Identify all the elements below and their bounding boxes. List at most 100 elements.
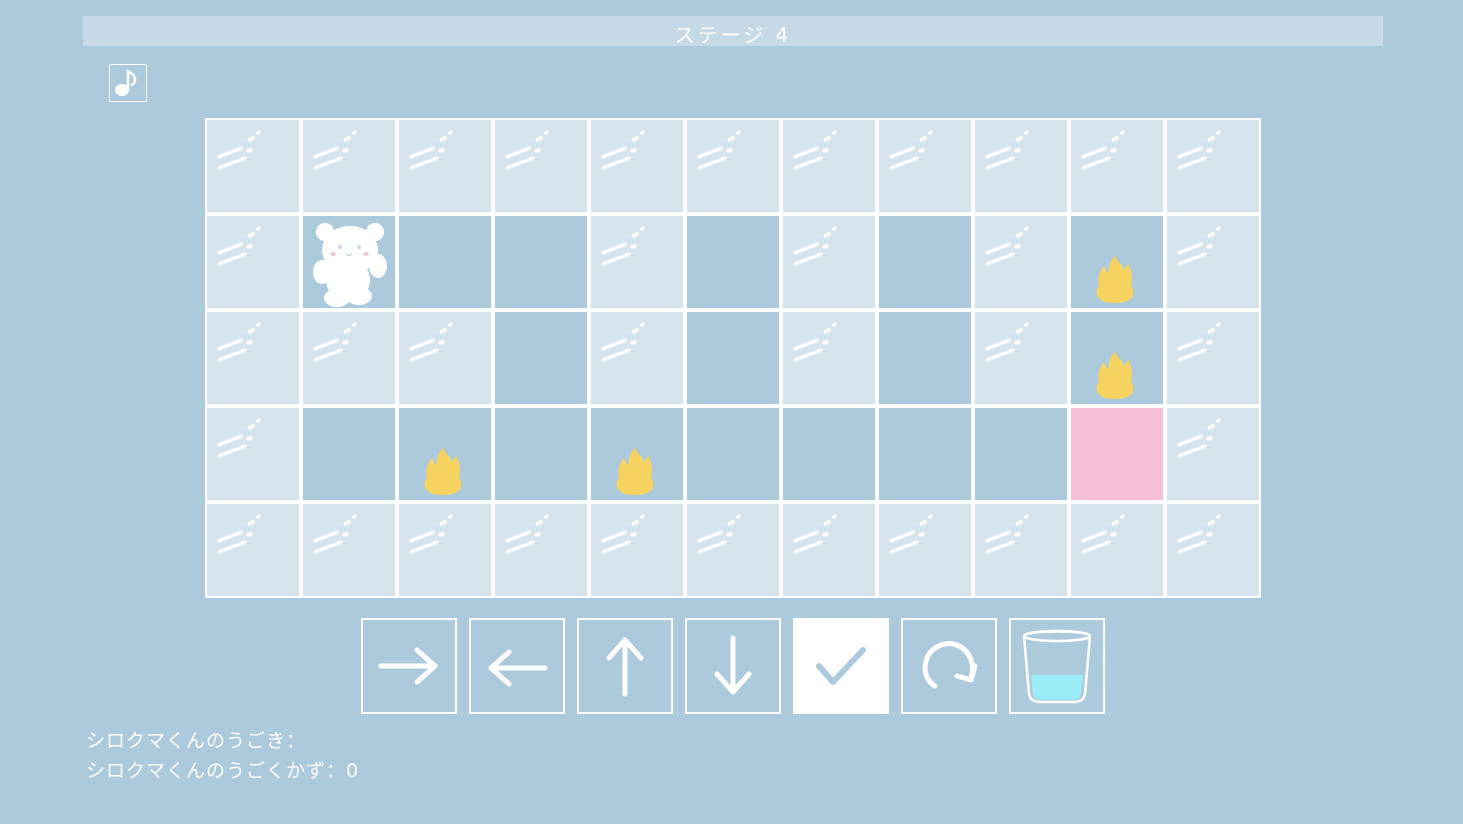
board-cell-path <box>685 214 781 310</box>
ice-shine-icon <box>1177 130 1221 170</box>
move-left-button[interactable] <box>469 618 565 714</box>
board-cell-path <box>397 214 493 310</box>
arrow-left-icon <box>488 649 548 687</box>
board-cell-bear <box>301 214 397 310</box>
ice-shine-icon <box>1081 514 1125 554</box>
board-cell-path <box>685 406 781 502</box>
ice-shine-icon <box>313 130 357 170</box>
ice-shine-icon <box>505 514 549 554</box>
music-toggle-button[interactable] <box>109 64 147 102</box>
ice-shine-icon <box>217 418 261 458</box>
ice-shine-icon <box>1081 130 1125 170</box>
ice-shine-icon <box>409 514 453 554</box>
board-cell-ice <box>397 118 493 214</box>
game-board <box>205 118 1261 598</box>
board-cell-ice <box>1165 502 1261 598</box>
board-cell-ice <box>877 118 973 214</box>
board-cell-ice <box>301 310 397 406</box>
ice-shine-icon <box>601 226 645 266</box>
board-cell-fire <box>589 406 685 502</box>
fire-icon <box>1096 256 1134 303</box>
board-cell-ice <box>685 502 781 598</box>
board-cell-ice <box>685 118 781 214</box>
water-glass-icon <box>1022 629 1092 704</box>
ice-shine-icon <box>217 514 261 554</box>
board-cell-path <box>877 310 973 406</box>
board-cell-ice <box>1165 214 1261 310</box>
reset-button[interactable] <box>901 618 997 714</box>
board-cell-ice <box>973 118 1069 214</box>
board-cell-path <box>781 406 877 502</box>
ice-shine-icon <box>313 322 357 362</box>
board-cell-ice <box>589 310 685 406</box>
ice-shine-icon <box>697 130 741 170</box>
music-note-icon <box>115 68 137 96</box>
ice-shine-icon <box>985 130 1029 170</box>
board-cell-ice <box>781 118 877 214</box>
move-count-label: シロクマくんのうごくかず： <box>86 760 347 782</box>
board-cell-goal <box>1069 406 1165 502</box>
ice-shine-icon <box>217 226 261 266</box>
board-cell-ice <box>589 502 685 598</box>
stage-title: ステージ 4 <box>674 23 792 47</box>
ice-shine-icon <box>793 226 837 266</box>
board-cell-ice <box>589 118 685 214</box>
board-cell-ice <box>205 310 301 406</box>
ice-shine-icon <box>985 514 1029 554</box>
board-cell-ice <box>1069 118 1165 214</box>
ice-shine-icon <box>505 130 549 170</box>
confirm-button[interactable] <box>793 618 889 714</box>
move-count-line: シロクマくんのうごくかず：0 <box>86 756 359 783</box>
ice-shine-icon <box>985 226 1029 266</box>
fire-icon <box>424 448 462 495</box>
board-cell-ice <box>397 502 493 598</box>
arrow-right-icon <box>378 647 438 685</box>
board-cell-ice <box>397 310 493 406</box>
board-cell-ice <box>1165 310 1261 406</box>
ice-shine-icon <box>601 514 645 554</box>
board-cell-ice <box>205 118 301 214</box>
move-right-button[interactable] <box>361 618 457 714</box>
board-cell-path <box>685 310 781 406</box>
board-cell-ice <box>301 502 397 598</box>
ice-shine-icon <box>601 130 645 170</box>
water-button[interactable] <box>1009 618 1105 714</box>
ice-shine-icon <box>217 322 261 362</box>
board-cell-ice <box>781 502 877 598</box>
board-cell-path <box>301 406 397 502</box>
arrow-up-icon <box>606 637 644 697</box>
board-cell-path <box>877 214 973 310</box>
move-up-button[interactable] <box>577 618 673 714</box>
board-cell-ice <box>973 214 1069 310</box>
ice-shine-icon <box>793 130 837 170</box>
move-count-value: 0 <box>346 760 360 782</box>
board-cell-ice <box>973 502 1069 598</box>
move-down-button[interactable] <box>685 618 781 714</box>
board-cell-path <box>493 406 589 502</box>
board-cell-ice <box>973 310 1069 406</box>
ice-shine-icon <box>793 514 837 554</box>
ice-shine-icon <box>1177 322 1221 362</box>
redo-icon <box>922 641 978 689</box>
moves-label: シロクマくんのうごき： <box>86 730 307 752</box>
board-cell-ice <box>877 502 973 598</box>
check-icon <box>816 647 866 685</box>
ice-shine-icon <box>1177 226 1221 266</box>
control-bar <box>361 618 1105 714</box>
board-cell-fire <box>397 406 493 502</box>
board-cell-ice <box>493 502 589 598</box>
board-cell-ice <box>493 118 589 214</box>
board-cell-fire <box>1069 214 1165 310</box>
ice-shine-icon <box>793 322 837 362</box>
board-cell-ice <box>205 406 301 502</box>
fire-icon <box>616 448 654 495</box>
polar-bear-icon <box>313 223 387 307</box>
ice-shine-icon <box>409 322 453 362</box>
board-cell-ice <box>1165 406 1261 502</box>
arrow-down-icon <box>714 635 752 695</box>
ice-shine-icon <box>601 322 645 362</box>
board-cell-path <box>973 406 1069 502</box>
board-cell-ice <box>1069 502 1165 598</box>
ice-shine-icon <box>889 130 933 170</box>
ice-shine-icon <box>409 130 453 170</box>
